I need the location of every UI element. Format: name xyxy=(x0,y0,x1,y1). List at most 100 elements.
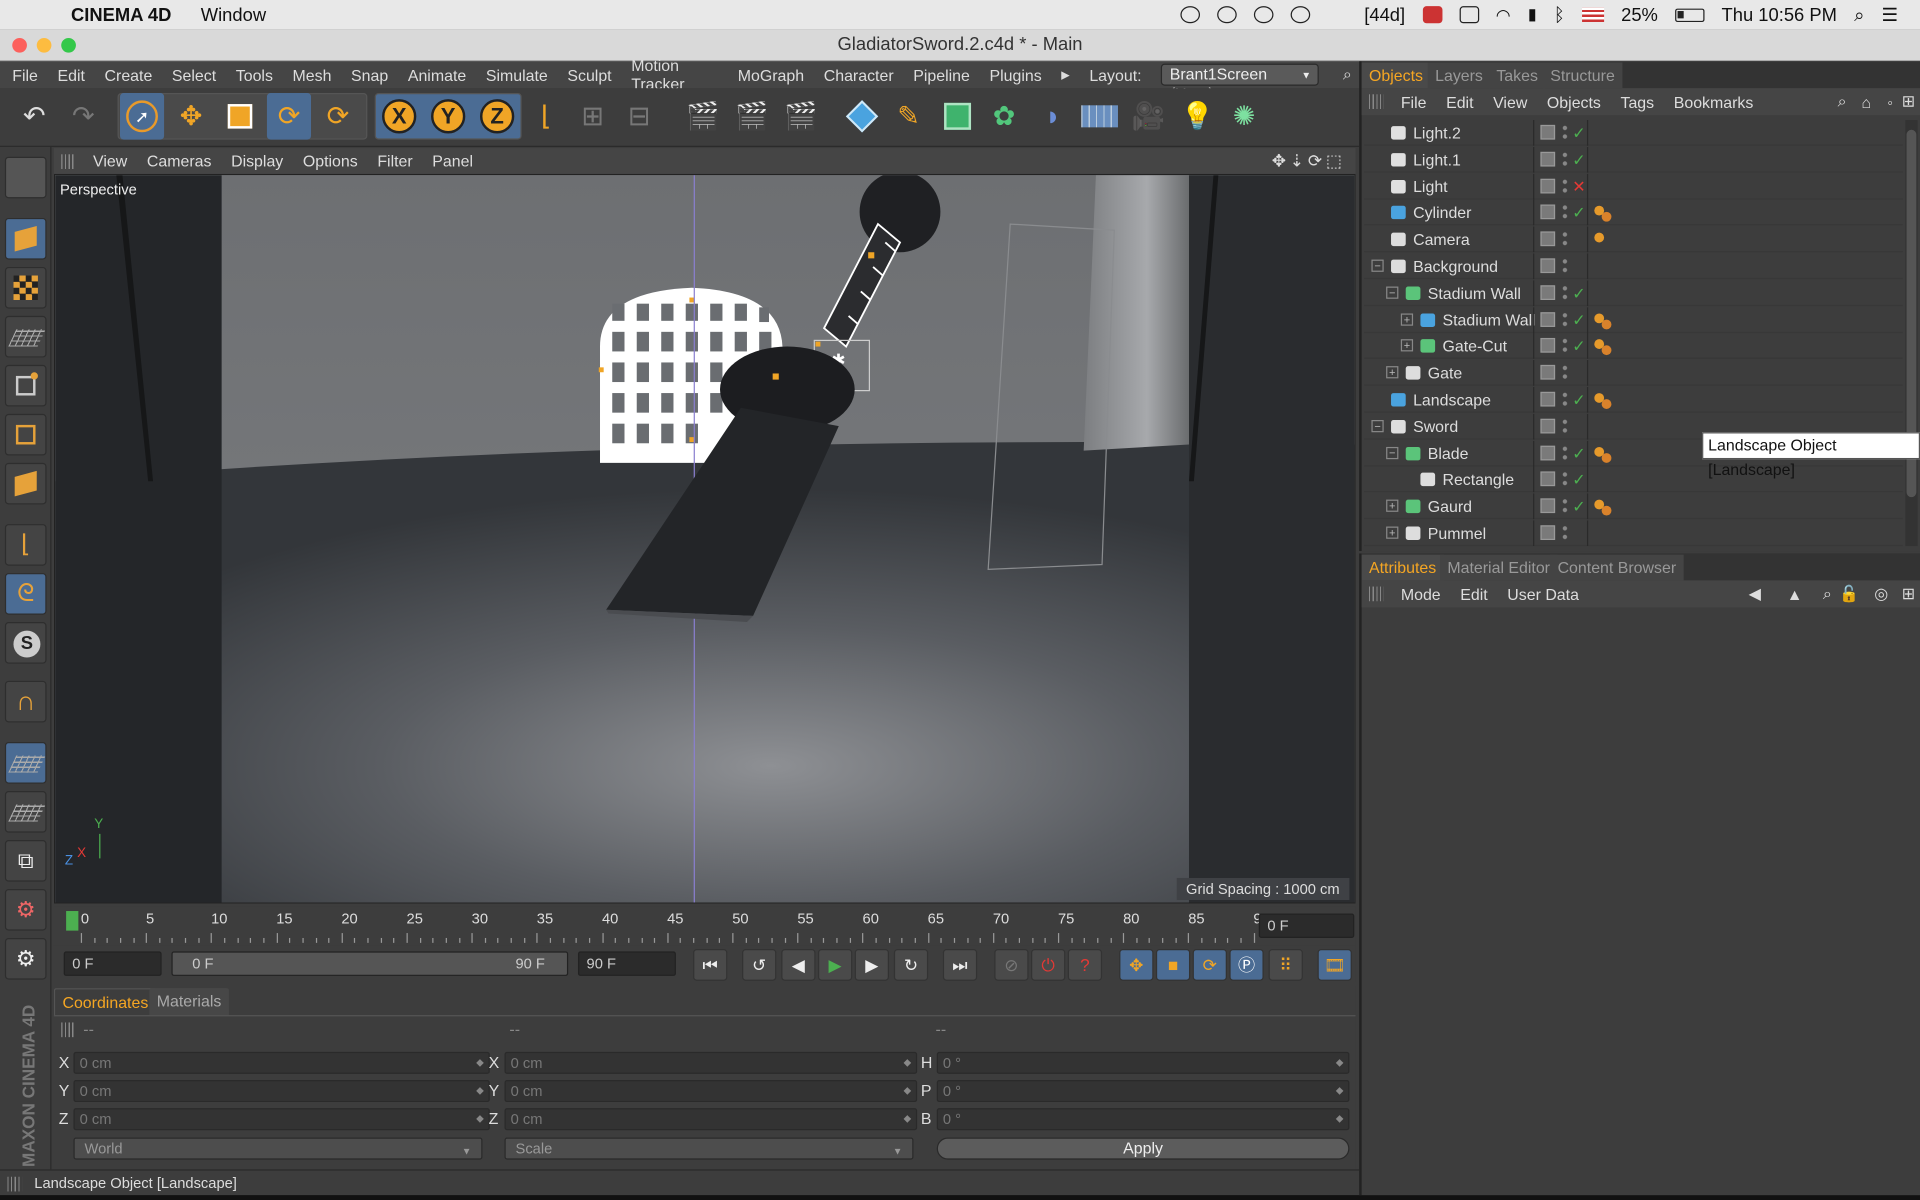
menu-animate[interactable]: Animate xyxy=(408,66,466,84)
object-name[interactable]: Landscape xyxy=(1413,387,1491,413)
scale-tool-icon[interactable] xyxy=(218,93,262,140)
end-frame-field[interactable]: 90 F xyxy=(577,951,676,976)
timeline-playhead[interactable] xyxy=(66,911,79,931)
enabled-check-icon[interactable]: ✓ xyxy=(1572,120,1585,146)
visibility-dots-icon[interactable] xyxy=(1562,150,1568,168)
z-axis-icon[interactable]: Z xyxy=(475,93,519,140)
floor-icon[interactable] xyxy=(1078,93,1122,140)
settings-icon[interactable]: ⚙ xyxy=(4,937,47,980)
size-x-field[interactable]: 0 cm xyxy=(504,1051,918,1074)
points-mode-icon[interactable] xyxy=(4,364,47,407)
expand-toggle-icon[interactable]: + xyxy=(1386,526,1399,539)
expand-toggle-icon[interactable]: − xyxy=(1386,446,1399,459)
tag-icon[interactable] xyxy=(1601,505,1612,516)
tag-icon[interactable] xyxy=(1594,232,1605,243)
layer-icon[interactable] xyxy=(1540,338,1556,354)
timer-text[interactable]: [44d] xyxy=(1364,4,1405,25)
object-name[interactable]: Light.1 xyxy=(1413,147,1461,173)
menu-tools[interactable]: Tools xyxy=(236,66,273,84)
visibility-dots-icon[interactable] xyxy=(1562,443,1568,462)
timeline-ruler[interactable]: 051015202530354045505560657075808590 0 F xyxy=(53,906,1356,946)
om-menu-view[interactable]: View xyxy=(1493,92,1527,110)
coordinate-system-icon[interactable]: ⌊ xyxy=(524,93,568,140)
texture-mode-icon[interactable] xyxy=(4,266,47,309)
visibility-dots-icon[interactable] xyxy=(1562,283,1568,301)
record-keys-icon[interactable]: ⊘ xyxy=(994,948,1029,981)
visibility-dots-icon[interactable] xyxy=(1562,257,1568,275)
polygons-mode-icon[interactable] xyxy=(4,462,47,505)
start-frame-field[interactable]: 0 F xyxy=(63,951,162,976)
menu-select[interactable]: Select xyxy=(172,66,216,84)
object-row[interactable]: − Background xyxy=(1364,253,1903,280)
enabled-check-icon[interactable]: ✓ xyxy=(1572,467,1585,493)
go-to-end-icon[interactable]: ⏭ xyxy=(942,948,978,981)
layer-icon[interactable] xyxy=(1540,124,1556,140)
tag-icon[interactable] xyxy=(1601,452,1612,463)
visibility-dots-icon[interactable] xyxy=(1562,310,1568,328)
enabled-check-icon[interactable]: ✓ xyxy=(1572,440,1585,466)
enabled-check-icon[interactable]: ✓ xyxy=(1572,280,1585,306)
layer-icon[interactable] xyxy=(1540,151,1556,167)
snap-magnet-icon[interactable]: ∩ xyxy=(4,680,47,723)
creative-cloud-icon[interactable] xyxy=(1217,6,1237,24)
am-menu-user-data[interactable]: User Data xyxy=(1507,585,1579,603)
key-rotation-icon[interactable]: ⟳ xyxy=(1192,948,1227,981)
am-back-arrow-icon[interactable]: ◀ xyxy=(1749,584,1761,604)
d-icon[interactable] xyxy=(1254,6,1274,24)
layer-icon[interactable] xyxy=(1540,391,1556,407)
layer-icon[interactable] xyxy=(1540,231,1556,247)
pos-x-field[interactable]: 0 cm xyxy=(73,1051,490,1074)
visibility-dots-icon[interactable] xyxy=(1562,177,1568,195)
layer-icon[interactable] xyxy=(1540,498,1556,514)
enabled-check-icon[interactable]: ✓ xyxy=(1572,200,1585,226)
search-icon[interactable]: ⌕ xyxy=(1343,65,1352,85)
om-search-icon[interactable]: ⌕ xyxy=(1838,92,1847,112)
menu-window[interactable]: Window xyxy=(201,4,266,25)
make-editable-icon[interactable] xyxy=(4,156,47,199)
menu-character[interactable]: Character xyxy=(824,66,894,84)
battery-percent[interactable]: 25% xyxy=(1621,4,1658,25)
flag-icon[interactable] xyxy=(1581,7,1604,23)
object-row[interactable]: + Gate-Cut ✓ xyxy=(1364,333,1903,360)
spotlight-icon[interactable]: ⌕ xyxy=(1854,4,1864,25)
next-frame-icon[interactable]: ▶ xyxy=(854,948,889,981)
tab-takes[interactable]: Takes xyxy=(1488,62,1546,89)
menu-snap[interactable]: Snap xyxy=(351,66,388,84)
axis-mode-icon[interactable]: ⌊ xyxy=(4,524,47,566)
object-row[interactable]: Light.2 ✓ xyxy=(1364,120,1903,146)
am-search-icon[interactable]: ⌕ xyxy=(1823,584,1832,604)
visibility-dots-icon[interactable] xyxy=(1562,230,1568,248)
object-row[interactable]: Cylinder ✓ xyxy=(1364,200,1903,226)
object-row[interactable]: Light ✕ xyxy=(1364,173,1903,200)
object-row[interactable]: + Gate xyxy=(1364,360,1903,386)
object-row[interactable]: + Stadium Wall ✓ xyxy=(1364,306,1903,333)
am-lock-icon[interactable]: 🔓 xyxy=(1839,584,1859,604)
enabled-check-icon[interactable]: ✓ xyxy=(1572,387,1585,413)
autokeying-icon[interactable]: ⏻ xyxy=(1031,948,1066,981)
cloner-icon[interactable]: ✿ xyxy=(982,93,1026,140)
visibility-dots-icon[interactable] xyxy=(1562,123,1568,141)
clock[interactable]: Thu 10:56 PM xyxy=(1722,4,1837,25)
menu-pipeline[interactable]: Pipeline xyxy=(913,66,970,84)
visibility-dots-icon[interactable] xyxy=(1562,203,1568,221)
expand-toggle-icon[interactable]: − xyxy=(1371,419,1384,432)
enabled-check-icon[interactable]: ✓ xyxy=(1572,307,1585,333)
next-key-icon[interactable]: ↻ xyxy=(893,948,929,981)
object-name[interactable]: Light xyxy=(1413,173,1448,199)
pos-z-field[interactable]: 0 cm xyxy=(73,1108,490,1131)
sync-icon[interactable] xyxy=(1290,6,1311,24)
menu-edit[interactable]: Edit xyxy=(57,66,84,84)
object-name[interactable]: Camera xyxy=(1413,227,1470,253)
viewport-menu-view[interactable]: View xyxy=(93,152,127,170)
tab-materials[interactable]: Materials xyxy=(149,988,229,1016)
layer-icon[interactable] xyxy=(1540,311,1556,327)
expand-toggle-icon[interactable]: + xyxy=(1386,366,1399,379)
om-new-window-icon[interactable]: ⊞ xyxy=(1902,92,1915,112)
pos-y-field[interactable]: 0 cm xyxy=(73,1080,490,1103)
om-back-icon[interactable]: ◦ xyxy=(1887,92,1893,110)
om-menu-tags[interactable]: Tags xyxy=(1620,92,1654,110)
object-list-scrollbar[interactable] xyxy=(1905,120,1918,547)
object-name[interactable]: Gaurd xyxy=(1428,494,1472,520)
tag-icon[interactable] xyxy=(1601,399,1612,409)
expand-toggle-icon[interactable]: + xyxy=(1400,312,1414,326)
